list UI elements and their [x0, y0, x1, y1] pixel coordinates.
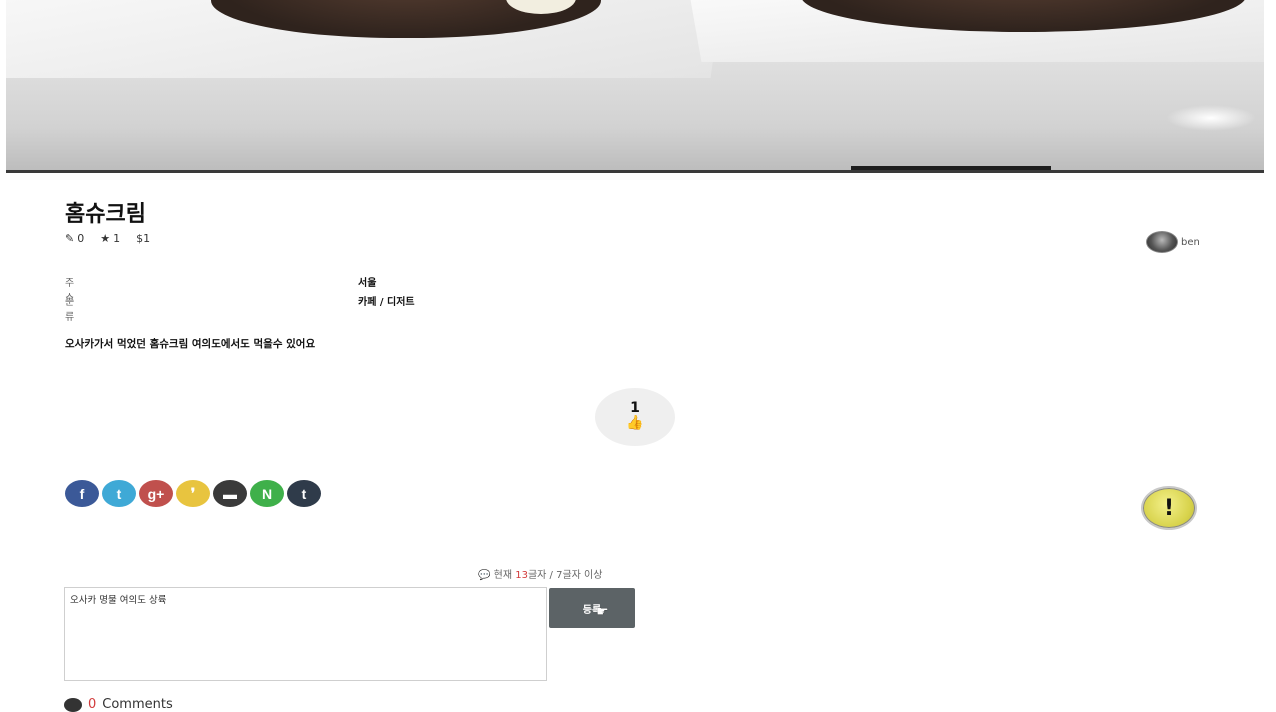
comment-icon — [64, 697, 82, 712]
speech-bubble-icon: 💬 — [478, 570, 491, 581]
counter-prefix: 현재 — [493, 570, 516, 581]
comments-header: 0 Comments — [64, 697, 173, 712]
post-description: 오사카가서 먹었던 홈슈크림 여의도에서도 먹을수 있어요 — [65, 338, 316, 350]
post-stats: ✎ 0 ★ 1 $1 — [65, 232, 150, 245]
like-count: 1 — [630, 400, 640, 416]
info-value: 카페 / 디저트 — [358, 297, 415, 308]
mouse-cursor-icon: ☛ — [596, 604, 609, 620]
facebook-share-icon[interactable]: f — [65, 480, 99, 507]
google-plus-share-icon[interactable]: g+ — [139, 480, 173, 507]
pencil-icon: ✎ — [65, 232, 75, 245]
naver-share-icon[interactable]: N — [250, 480, 284, 507]
exclamation-icon: ! — [1163, 495, 1175, 521]
star-count-value: 1 — [113, 232, 121, 245]
kakao-share-icon[interactable]: ❜ — [176, 480, 210, 507]
counter-suffix: 글자 / 7글자 이상 — [527, 570, 603, 581]
comment-input[interactable]: 오사카 명물 여의도 상륙 — [64, 587, 547, 681]
like-button[interactable]: 1 👍 — [595, 388, 675, 446]
submit-comment-button[interactable]: 등록 — [549, 588, 635, 628]
star-count: ★ 1 — [100, 232, 120, 245]
thumbs-up-icon: 👍 — [626, 415, 644, 431]
comments-count: 0 — [88, 697, 97, 712]
info-key: 분류 — [65, 297, 75, 323]
hero-photo — [6, 0, 1264, 173]
info-value: 서울 — [358, 278, 377, 289]
photo-scroll-indicator — [851, 166, 1051, 170]
comments-label: Comments — [102, 697, 173, 712]
char-counter: 💬 현재 13글자 / 7글자 이상 — [478, 566, 602, 581]
avatar[interactable] — [1146, 231, 1178, 253]
edit-count: ✎ 0 — [65, 232, 84, 245]
author[interactable]: ben — [1146, 231, 1200, 253]
twitter-share-icon[interactable]: t — [102, 480, 136, 507]
counter-current: 13 — [515, 570, 528, 581]
author-name[interactable]: ben — [1181, 237, 1200, 248]
photo-glare — [1166, 105, 1256, 131]
report-button[interactable]: ! — [1141, 486, 1197, 530]
tumblr-share-icon[interactable]: t — [287, 480, 321, 507]
star-icon: ★ — [100, 232, 111, 245]
price: $1 — [136, 232, 151, 245]
band-share-icon[interactable]: ▬ — [213, 480, 247, 507]
edit-count-value: 0 — [77, 232, 85, 245]
post-title: 홈슈크림 — [65, 202, 146, 227]
share-bar: f t g+ ❜ ▬ N t — [65, 480, 321, 507]
